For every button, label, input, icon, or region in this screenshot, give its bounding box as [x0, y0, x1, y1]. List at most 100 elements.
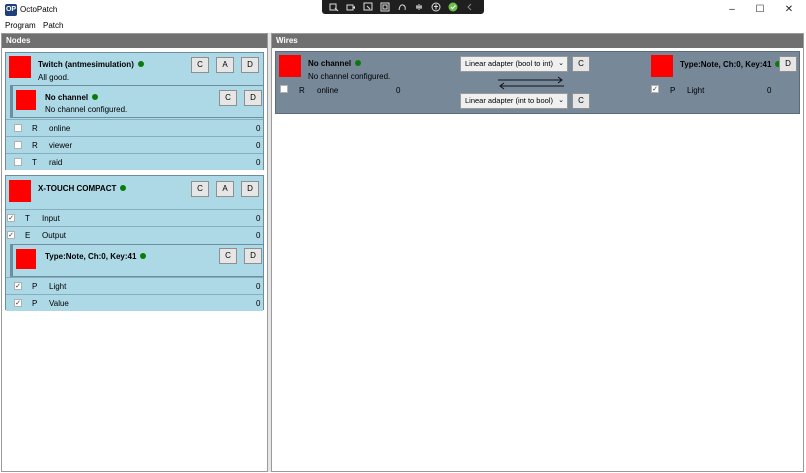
- minimize-button[interactable]: –: [718, 0, 746, 20]
- note-node-title-text: Type:Note, Ch:0, Key:41: [45, 252, 137, 261]
- delete-button[interactable]: D: [241, 181, 259, 197]
- row-value: 0: [256, 141, 261, 150]
- row-value: 0: [256, 124, 261, 133]
- menu-patch[interactable]: Patch: [43, 21, 63, 30]
- row-value: 0: [256, 282, 261, 291]
- row-checkbox[interactable]: [14, 141, 22, 149]
- table-row[interactable]: ✓ P Light 0: [6, 277, 263, 294]
- wire-target-row-name: Light: [687, 86, 705, 95]
- row-name: raid: [49, 158, 63, 167]
- node-color-swatch: [651, 55, 673, 77]
- status-dot-icon: [355, 60, 362, 66]
- row-checkbox[interactable]: ✓: [14, 299, 22, 307]
- touch-icon[interactable]: [411, 1, 426, 13]
- chevron-down-icon: ⌄: [558, 97, 564, 104]
- xtouch-node-title: X-TOUCH COMPACT: [38, 184, 127, 193]
- wire-source-checkbox[interactable]: [280, 85, 288, 93]
- table-row[interactable]: ✓ P Value 0: [6, 294, 263, 311]
- maximize-button[interactable]: ☐: [746, 0, 774, 20]
- wire-target-title: Type:Note, Ch:0, Key:41: [680, 60, 782, 69]
- wire-target-checkbox[interactable]: ✓: [651, 85, 659, 93]
- status-dot-icon: [137, 61, 144, 67]
- row-name: Light: [49, 282, 67, 291]
- node-color-swatch: [16, 249, 36, 269]
- app-logo-icon: OP: [5, 4, 17, 16]
- delete-button[interactable]: D: [244, 248, 262, 264]
- row-type: T: [32, 158, 37, 167]
- row-checkbox[interactable]: ✓: [14, 282, 22, 290]
- row-name: Output: [42, 231, 67, 240]
- delete-button[interactable]: D: [241, 57, 259, 73]
- no-channel-node-title-text: No channel: [45, 93, 89, 102]
- wire-target-row-value: 0: [767, 86, 772, 95]
- wire-target-title-text: Type:Note, Ch:0, Key:41: [680, 60, 772, 69]
- configure-button[interactable]: C: [191, 181, 209, 197]
- table-row[interactable]: R viewer 0: [6, 136, 263, 153]
- bidirectional-arrow-icon: [498, 76, 564, 90]
- note-node[interactable]: Type:Note, Ch:0, Key:41 C D: [10, 244, 264, 277]
- delete-button[interactable]: D: [244, 90, 262, 106]
- row-checkbox[interactable]: ✓: [7, 231, 15, 239]
- configure-button[interactable]: C: [219, 248, 237, 264]
- row-type: P: [32, 282, 38, 291]
- row-type: R: [32, 141, 38, 150]
- row-value: 0: [256, 158, 261, 167]
- row-value: 0: [256, 214, 261, 223]
- wire-source-title-text: No channel: [308, 59, 352, 68]
- row-checkbox[interactable]: [14, 158, 22, 166]
- checkmark-icon[interactable]: [445, 1, 460, 13]
- xtouch-node[interactable]: X-TOUCH COMPACT C A D ✓ T Input 0 ✓ E Ou…: [5, 175, 264, 311]
- row-value: 0: [256, 231, 261, 240]
- window-icon[interactable]: [377, 1, 392, 13]
- no-channel-node-title: No channel: [45, 93, 99, 102]
- adapter-dropdown-top[interactable]: Linear adapter (bool to int) ⌄: [460, 56, 568, 72]
- nodes-panel-header: Nodes: [2, 34, 267, 48]
- twitch-node-title-text: Twitch (antmesimulation): [38, 60, 134, 69]
- node-color-swatch: [16, 90, 36, 110]
- table-row[interactable]: T raid 0: [6, 153, 263, 170]
- adapter-bottom-configure-button[interactable]: C: [572, 93, 590, 109]
- row-value: 0: [256, 299, 261, 308]
- adapter-dropdown-bottom[interactable]: Linear adapter (int to bool) ⌄: [460, 93, 568, 109]
- table-row[interactable]: ✓ T Input 0: [6, 209, 263, 226]
- wire-target-delete-button[interactable]: D: [779, 56, 797, 72]
- wire-source-status: No channel configured.: [308, 72, 391, 81]
- node-color-swatch: [9, 180, 31, 202]
- row-checkbox[interactable]: ✓: [7, 214, 15, 222]
- node-color-swatch: [9, 56, 31, 78]
- freeform-icon[interactable]: [394, 1, 409, 13]
- adapter-dropdown-top-label: Linear adapter (bool to int): [465, 59, 553, 68]
- configure-button[interactable]: C: [219, 90, 237, 106]
- adapter-top-configure-button[interactable]: C: [572, 56, 590, 72]
- video-icon[interactable]: [343, 1, 358, 13]
- accessibility-icon[interactable]: [428, 1, 443, 13]
- wire-item[interactable]: No channel No channel configured. R onli…: [275, 51, 800, 114]
- menu-program[interactable]: Program: [5, 21, 36, 30]
- configure-button[interactable]: C: [191, 57, 209, 73]
- status-dot-icon: [120, 185, 127, 191]
- window-title: OctoPatch: [20, 5, 58, 14]
- no-channel-node[interactable]: No channel No channel configured. C D: [10, 85, 264, 118]
- twitch-node-status: All good.: [38, 73, 70, 82]
- chevron-left-icon[interactable]: [462, 1, 477, 13]
- row-name: Value: [49, 299, 69, 308]
- add-button[interactable]: A: [216, 181, 234, 197]
- row-name: Input: [42, 214, 60, 223]
- row-type: P: [32, 299, 38, 308]
- region-icon[interactable]: [360, 1, 375, 13]
- wire-target-row-type: P: [670, 86, 676, 95]
- table-row[interactable]: ✓ E Output 0: [6, 226, 263, 243]
- wire-source-row-type: R: [299, 86, 305, 95]
- screenshot-icon[interactable]: [326, 1, 341, 13]
- wire-source-title: No channel: [308, 59, 362, 68]
- twitch-node[interactable]: Twitch (antmesimulation) All good. C A D…: [5, 52, 264, 170]
- no-channel-node-status: No channel configured.: [45, 105, 128, 114]
- wire-source-row-value: 0: [396, 86, 401, 95]
- table-row[interactable]: R online 0: [6, 119, 263, 136]
- status-dot-icon: [92, 94, 99, 100]
- add-button[interactable]: A: [216, 57, 234, 73]
- close-button[interactable]: ✕: [775, 0, 803, 20]
- row-checkbox[interactable]: [14, 124, 22, 132]
- row-type: T: [25, 214, 30, 223]
- menu-bar: Program Patch: [0, 20, 806, 32]
